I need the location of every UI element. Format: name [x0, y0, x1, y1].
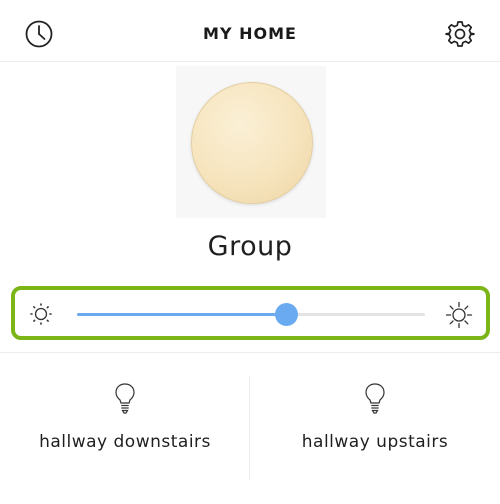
brightness-slider-thumb[interactable]: [274, 303, 298, 326]
bulb-list: hallway downstairs hallway upstairs: [0, 376, 500, 480]
app-root: MY HOME Group hallway downstairs hallway…: [0, 0, 500, 504]
gear-icon: [445, 21, 475, 47]
lightbulb-icon: [115, 383, 135, 414]
group-color-swatch[interactable]: [191, 82, 313, 204]
group-name: Group: [207, 231, 293, 262]
settings-button[interactable]: [444, 18, 476, 50]
lightbulb-icon: [365, 383, 385, 414]
brightness-slider[interactable]: [77, 303, 425, 326]
section-divider: [0, 352, 500, 353]
brightness-slider-fill: [77, 313, 286, 316]
bulb-label: hallway downstairs: [39, 432, 211, 452]
sun-bright-icon: [445, 301, 473, 329]
bulb-tile-hallway-downstairs[interactable]: hallway downstairs: [0, 376, 250, 480]
group-color-panel: [176, 66, 326, 218]
bulb-tile-hallway-upstairs[interactable]: hallway upstairs: [250, 376, 500, 480]
bulb-label: hallway upstairs: [301, 432, 449, 452]
clock-icon: [25, 20, 53, 48]
brightness-control: [11, 286, 490, 340]
header-bar: MY HOME: [0, 0, 500, 62]
page-title: MY HOME: [203, 24, 297, 43]
sun-dim-icon: [30, 303, 52, 325]
history-button[interactable]: [24, 19, 54, 49]
